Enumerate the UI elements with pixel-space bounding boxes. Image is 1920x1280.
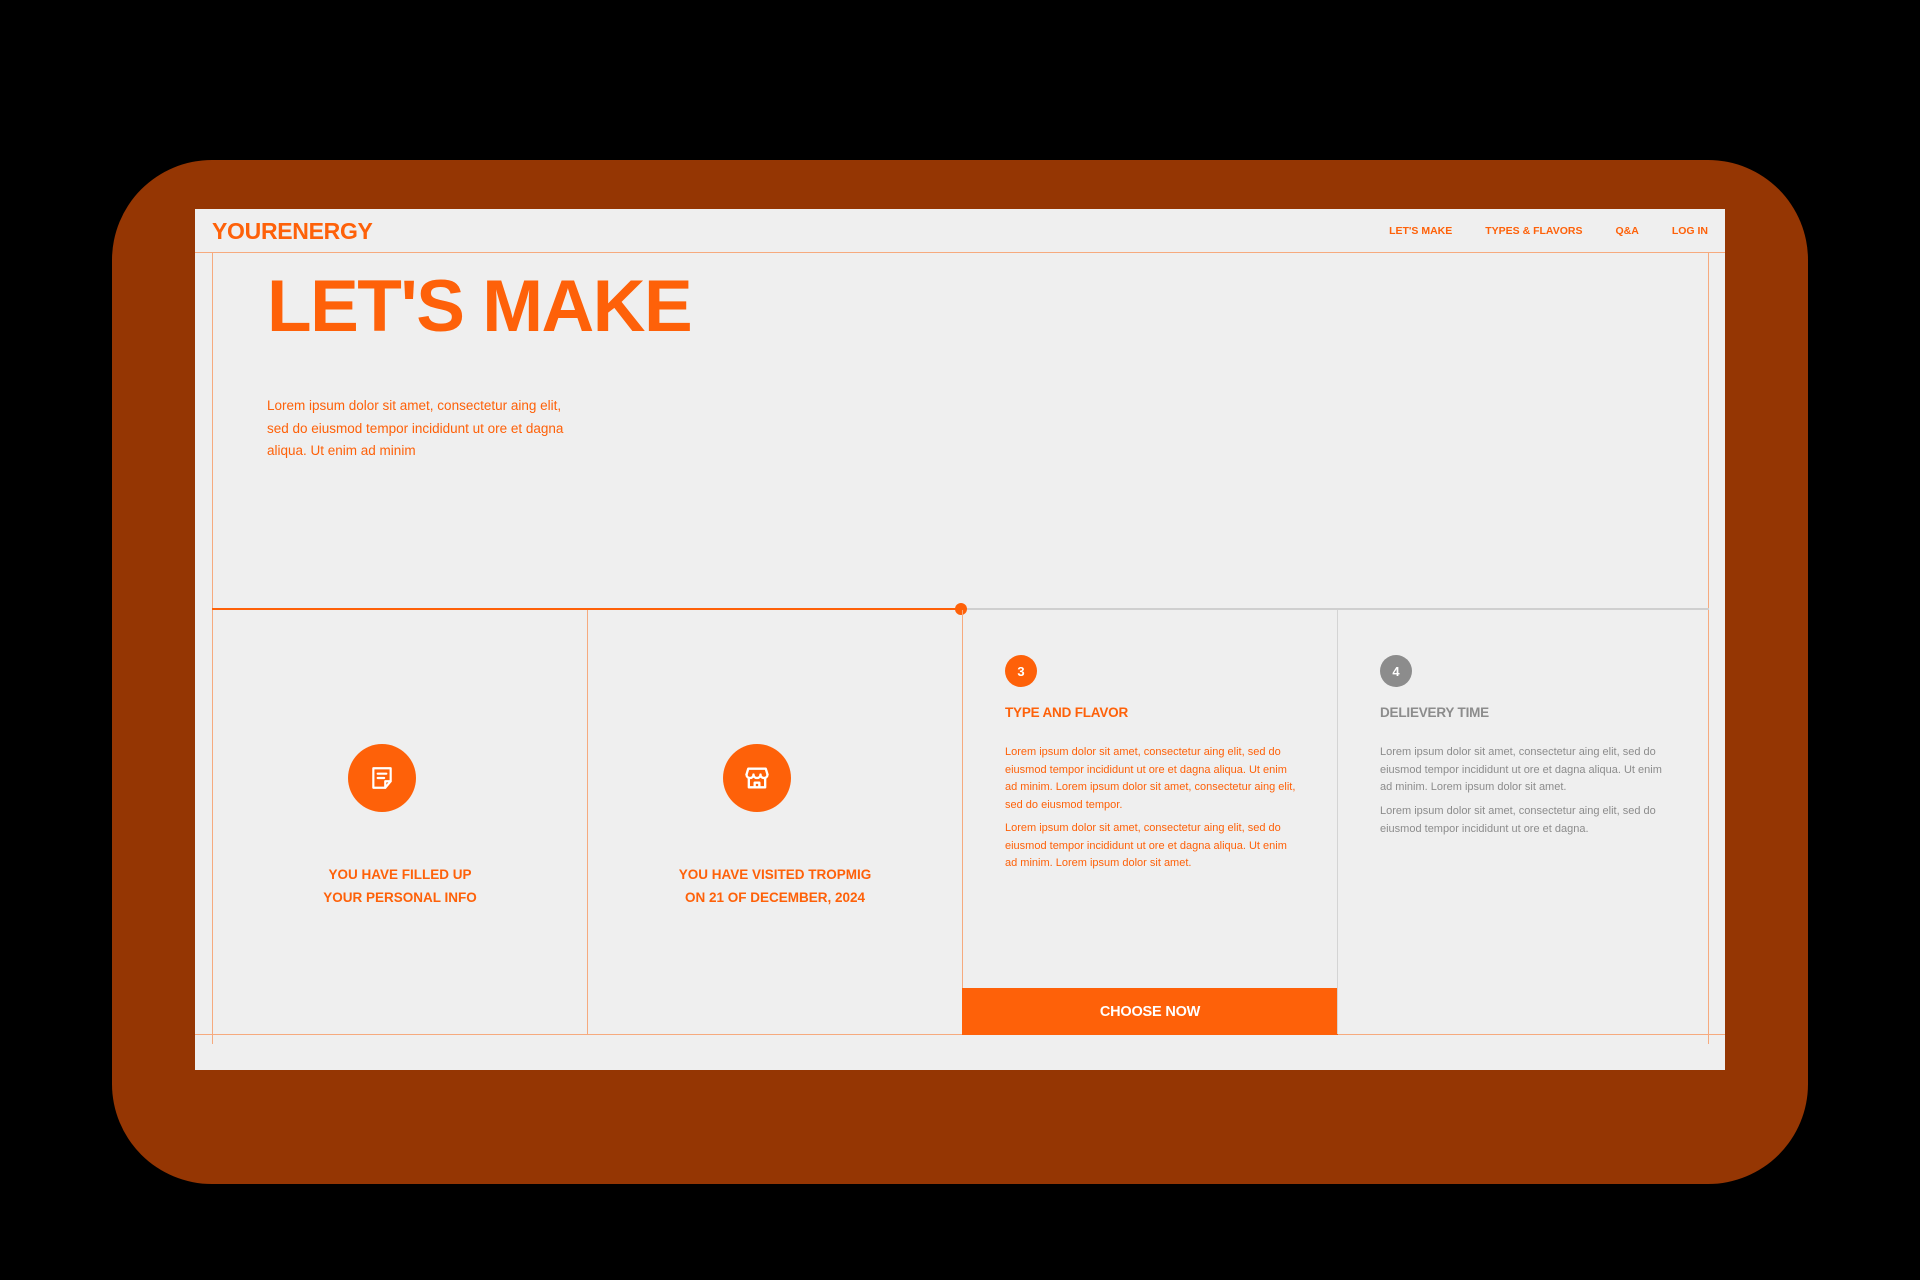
- step-title: TYPE AND FLAVOR: [1005, 705, 1129, 720]
- step-status-line: YOUR PERSONAL INFO: [323, 889, 477, 905]
- step-description: Lorem ipsum dolor sit amet, consectetur …: [1005, 822, 1287, 869]
- step-description: Lorem ipsum dolor sit amet, consectetur …: [1380, 746, 1662, 793]
- step-status-text: YOU HAVE FILLED UP YOUR PERSONAL INFO: [213, 864, 587, 909]
- main-nav: LET'S MAKE TYPES & FLAVORS Q&A LOG IN: [1356, 209, 1708, 253]
- step-number-badge: 4: [1380, 655, 1412, 687]
- frame-divider-right: [1708, 253, 1709, 1044]
- nav-item-types-flavors[interactable]: TYPES & FLAVORS: [1485, 225, 1582, 237]
- choose-now-button[interactable]: CHOOSE NOW: [962, 988, 1338, 1035]
- nav-item-log-in[interactable]: LOG IN: [1672, 225, 1708, 237]
- step-description: Lorem ipsum dolor sit amet, consectetur …: [1380, 805, 1656, 835]
- step-status-line: YOU HAVE VISITED TROPMIG: [678, 867, 872, 882]
- step-delivery-time: 4 DELIEVERY TIME Lorem ipsum dolor sit a…: [1337, 610, 1708, 1034]
- nav-item-lets-make[interactable]: LET'S MAKE: [1389, 225, 1452, 237]
- top-nav-bar: YOURENERGY LET'S MAKE TYPES & FLAVORS Q&…: [195, 209, 1725, 253]
- step-description: Lorem ipsum dolor sit amet, consectetur …: [1005, 746, 1296, 811]
- step-store-visit: YOU HAVE VISITED TROPMIG ON 21 OF DECEMB…: [587, 610, 962, 1034]
- frame-divider-bottom: [195, 1034, 1725, 1035]
- step-status-text: YOU HAVE VISITED TROPMIG ON 21 OF DECEMB…: [588, 864, 962, 909]
- step-status-line: ON 21 OF DECEMBER, 2024: [684, 889, 866, 905]
- app-window: YOURENERGY LET'S MAKE TYPES & FLAVORS Q&…: [195, 209, 1725, 1070]
- step-type-and-flavor: 3 TYPE AND FLAVOR Lorem ipsum dolor sit …: [962, 610, 1338, 1035]
- note-icon: [348, 744, 416, 812]
- step-title: DELIEVERY TIME: [1380, 705, 1489, 720]
- step-personal-info: YOU HAVE FILLED UP YOUR PERSONAL INFO: [213, 610, 587, 1034]
- step-number-badge: 3: [1005, 655, 1037, 687]
- nav-item-qa[interactable]: Q&A: [1615, 225, 1638, 237]
- hero-description: Lorem ipsum dolor sit amet, consectetur …: [267, 398, 564, 458]
- logo[interactable]: YOURENERGY: [212, 218, 373, 245]
- step-status-line: YOU HAVE FILLED UP: [328, 867, 472, 882]
- page-title: LET'S MAKE: [267, 266, 693, 347]
- store-icon: [723, 744, 791, 812]
